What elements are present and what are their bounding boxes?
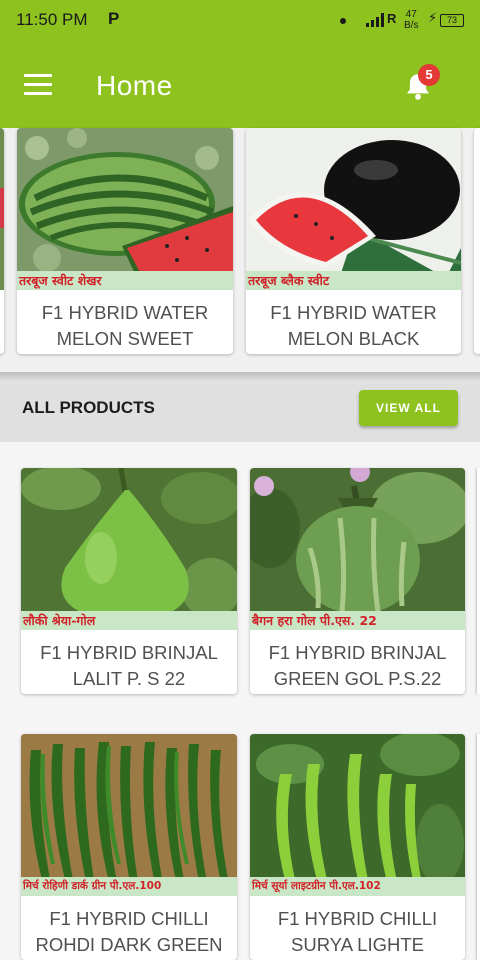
view-all-button[interactable]: VIEW ALL	[359, 390, 458, 426]
brinjal-image	[250, 468, 465, 630]
product-name: F1 HYBRID WATER MELON SWEET	[17, 300, 233, 352]
carrier-icon: P	[108, 9, 120, 28]
network-type: R	[387, 11, 397, 26]
status-bar: 11:50 PM P R 47 B/s ⚡ 73	[0, 0, 480, 44]
product-name-line1: F1 HYBRID BRINJAL	[268, 642, 447, 663]
product-name-line1: F1 HYBRID WATER	[41, 302, 209, 323]
product-card[interactable]: मिर्च सूर्या लाइटग्रीन पी.एल.102 F1 HYBR…	[250, 734, 465, 960]
status-time: 11:50 PM	[16, 10, 88, 29]
product-image	[250, 468, 465, 630]
product-image	[250, 734, 465, 896]
product-name-line2: GREEN GOL P.S.22	[273, 668, 442, 689]
charging-icon: ⚡	[428, 11, 438, 26]
section-divider	[0, 372, 480, 380]
product-image	[0, 128, 4, 290]
section-title: ALL PRODUCTS	[22, 398, 155, 417]
product-name-line1: F1 HYBRID CHILLI	[277, 908, 438, 929]
product-name-line1: F1 HYBRID WATER	[270, 302, 437, 323]
products-grid[interactable]: लौकी श्रेया-गोल F1 HYBRID BRINJAL LALIT …	[0, 442, 480, 960]
watermelon-image	[17, 128, 233, 290]
product-name-line2: LALIT P. S 22	[72, 668, 186, 689]
network-speed-value: 47	[405, 9, 417, 20]
product-card[interactable]: मिर्च रोहिणी डार्क ग्रीन पी.एल.100 F1 HY…	[21, 734, 237, 960]
featured-card[interactable]: तरबूज स्वीट शेखर F1 HYBRID WATER MELON S…	[17, 128, 233, 354]
product-image	[17, 128, 233, 290]
product-name: F1 HYBRID WATER MELON BLACK	[246, 300, 461, 352]
signal-icon	[366, 13, 384, 27]
notification-badge: 5	[418, 64, 440, 86]
product-hindi-label: बैगन हरा गोल पी.एस. 22	[250, 611, 465, 630]
network-speed: 47 B/s	[404, 9, 418, 31]
product-card[interactable]: बैगन हरा गोल पी.एस. 22 F1 HYBRID BRINJAL…	[250, 468, 465, 694]
product-hindi-label: मिर्च रोहिणी डार्क ग्रीन पी.एल.100	[21, 877, 237, 896]
product-name: F1 HYBRID CHILLI ROHDI DARK GREEN	[21, 906, 237, 958]
product-name: F1 HYBRID CHILLI SURYA LIGHTE	[250, 906, 465, 958]
product-name-line1: F1 HYBRID CHILLI	[49, 908, 209, 929]
product-card[interactable]: लौकी श्रेया-गोल F1 HYBRID BRINJAL LALIT …	[21, 468, 237, 694]
featured-card-partial[interactable]	[0, 128, 4, 354]
watermelon-image	[246, 128, 461, 290]
bottle-gourd-image	[21, 468, 237, 630]
product-name: F1 HYBRID BRINJAL GREEN GOL P.S.22	[250, 640, 465, 692]
featured-card-partial[interactable]	[474, 128, 480, 354]
all-products-header: ALL PRODUCTS VIEW ALL	[0, 380, 480, 442]
page-title: Home	[96, 70, 173, 101]
chilli-image	[21, 734, 237, 896]
product-name-line2: MELON SWEET	[56, 328, 194, 349]
app-bar: Home 5	[0, 44, 480, 128]
featured-carousel[interactable]: तरबूज स्वीट शेखर F1 HYBRID WATER MELON S…	[0, 128, 480, 372]
hamburger-menu-icon[interactable]	[24, 74, 52, 96]
product-name-line2: SURYA LIGHTE	[291, 934, 424, 955]
app-root: 11:50 PM P R 47 B/s ⚡ 73 Home 5 तरबूज स्…	[0, 0, 480, 960]
product-image	[21, 468, 237, 630]
product-image	[21, 734, 237, 896]
product-name-line2: MELON BLACK	[287, 328, 420, 349]
featured-card[interactable]: तरबूज ब्लैक स्वीट F1 HYBRID WATER MELON …	[246, 128, 461, 354]
battery-icon: 73	[440, 14, 464, 27]
product-name: F1 HYBRID BRINJAL LALIT P. S 22	[21, 640, 237, 692]
product-name-line1: F1 HYBRID BRINJAL	[40, 642, 218, 663]
product-hindi-label: तरबूज स्वीट शेखर	[17, 271, 233, 290]
product-hindi-label: मिर्च सूर्या लाइटग्रीन पी.एल.102	[250, 877, 465, 896]
product-hindi-label: तरबूज ब्लैक स्वीट	[246, 271, 461, 290]
product-hindi-label: लौकी श्रेया-गोल	[21, 611, 237, 630]
product-image	[246, 128, 461, 290]
network-speed-unit: B/s	[404, 20, 419, 31]
chilli-image	[250, 734, 465, 896]
product-name-line2: ROHDI DARK GREEN	[35, 934, 223, 955]
notification-dot-icon	[340, 18, 346, 24]
